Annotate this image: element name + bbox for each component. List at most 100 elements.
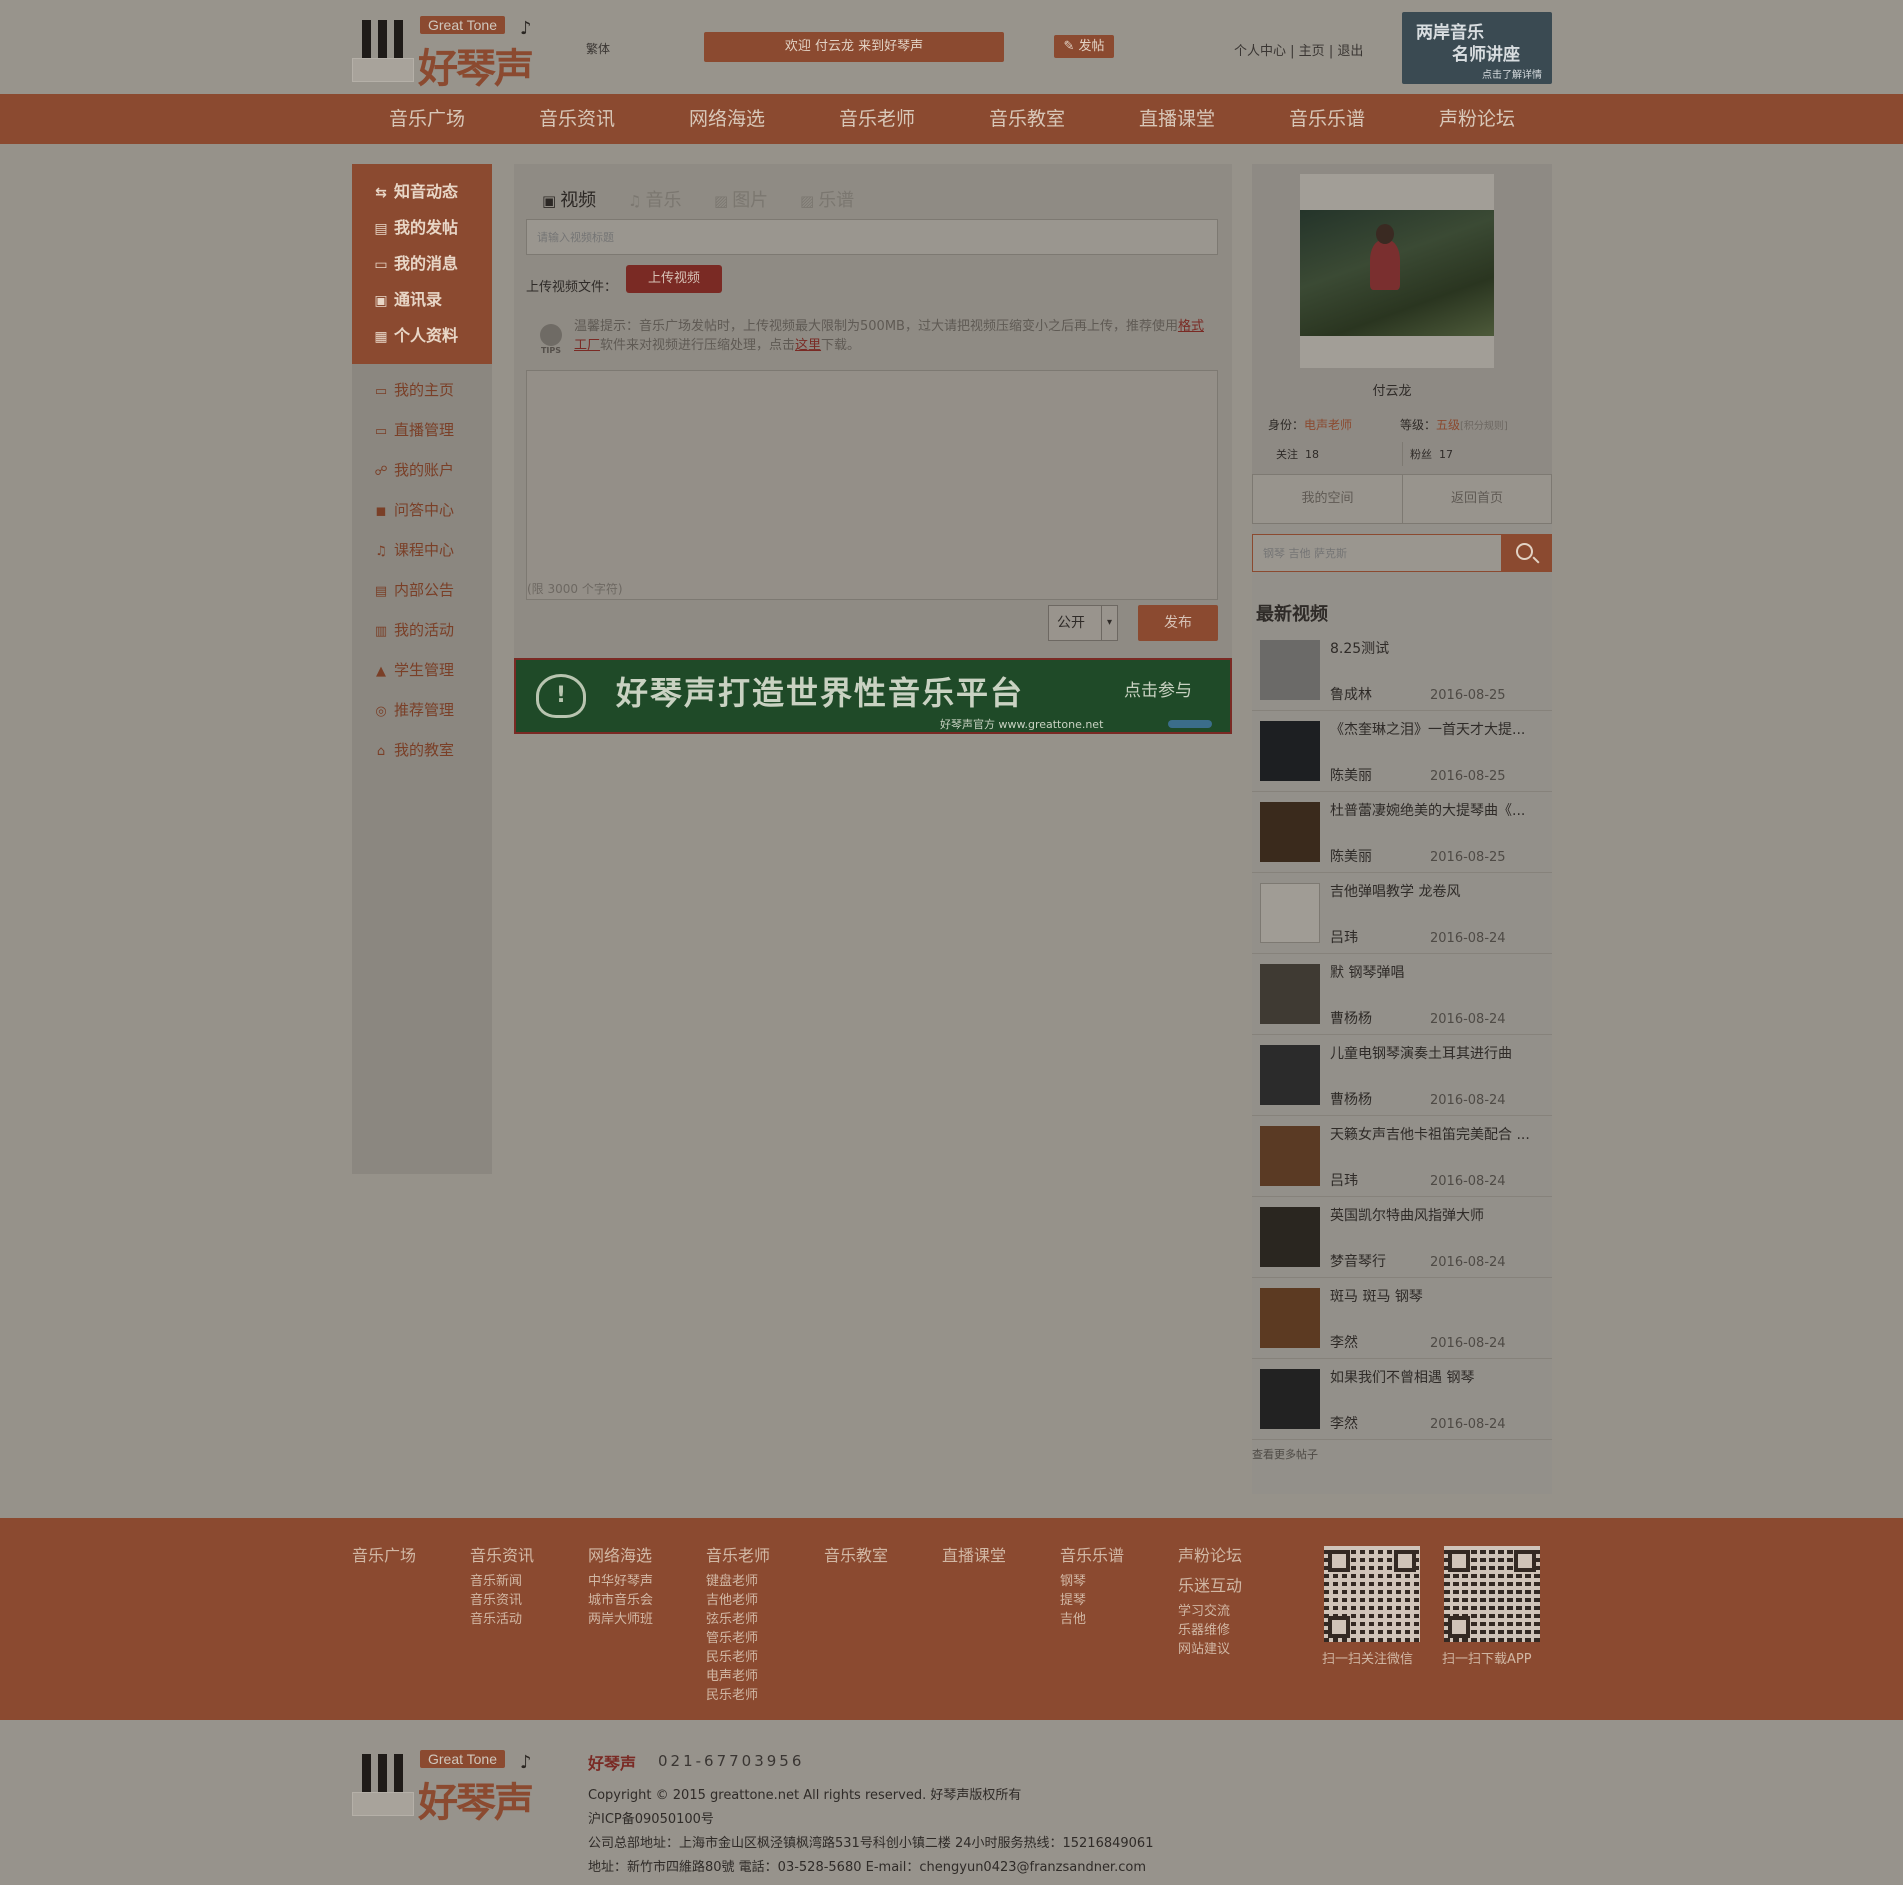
video-author[interactable]: 梦音琴行 — [1330, 1251, 1386, 1271]
footer-link[interactable]: 乐器维修 — [1178, 1619, 1230, 1638]
traditional-chinese-link[interactable]: 繁体 — [586, 40, 610, 57]
video-author[interactable]: 陈美丽 — [1330, 846, 1372, 866]
tab-score[interactable]: ▨ 乐谱 — [800, 186, 854, 212]
tab-music[interactable]: ♫ 音乐 — [628, 186, 681, 212]
footer-link[interactable]: 音乐活动 — [470, 1608, 522, 1627]
footer-link[interactable]: 网站建议 — [1178, 1638, 1230, 1657]
content-textarea[interactable]: (限 3000 个字符) — [526, 370, 1218, 600]
list-item[interactable]: 杜普蕾凄婉绝美的大提琴曲《... 陈美丽 2016-08-25 — [1252, 792, 1552, 873]
video-title[interactable]: 天籁女声吉他卡祖笛完美配合 ... — [1330, 1124, 1530, 1144]
footer-link[interactable]: 中华好琴声 — [588, 1570, 653, 1589]
video-thumbnail[interactable] — [1260, 640, 1320, 700]
list-item[interactable]: 天籁女声吉他卡祖笛完美配合 ... 吕玮 2016-08-24 — [1252, 1116, 1552, 1197]
footer-link[interactable]: 管乐老师 — [706, 1627, 758, 1646]
list-item[interactable]: 《杰奎琳之泪》一首天才大提... 陈美丽 2016-08-25 — [1252, 711, 1552, 792]
sidebar-item-my-classroom[interactable]: ⌂ 我的教室 — [372, 739, 454, 761]
video-author[interactable]: 吕玮 — [1330, 927, 1358, 947]
footer-col-title[interactable]: 音乐资讯 — [470, 1542, 534, 1566]
sidebar-item-profile[interactable]: ▦ 个人资料 — [372, 324, 458, 348]
upload-video-button[interactable]: 上传视频 — [626, 265, 722, 293]
sidebar-item-contacts[interactable]: ▣ 通讯录 — [372, 288, 442, 312]
video-thumbnail[interactable] — [1260, 1126, 1320, 1186]
list-item[interactable]: 吉他弹唱教学 龙卷风 吕玮 2016-08-24 — [1252, 873, 1552, 954]
video-thumbnail[interactable] — [1260, 802, 1320, 862]
list-item[interactable]: 如果我们不曾相遇 钢琴 李然 2016-08-24 — [1252, 1359, 1552, 1440]
video-title[interactable]: 默 钢琴弹唱 — [1330, 962, 1404, 982]
home-link[interactable]: 主页 — [1299, 44, 1325, 59]
post-button[interactable]: ✎ 发帖 — [1054, 35, 1114, 58]
sidebar-item-my-posts[interactable]: ▤ 我的发帖 — [372, 216, 458, 240]
footer-link[interactable]: 键盘老师 — [706, 1570, 758, 1589]
footer-link[interactable]: 民乐老师 — [706, 1684, 758, 1703]
footer-link[interactable]: 弦乐老师 — [706, 1608, 758, 1627]
footer-col-title[interactable]: 直播课堂 — [942, 1542, 1006, 1566]
footer-link[interactable]: 城市音乐会 — [588, 1589, 653, 1608]
footer-link[interactable]: 音乐资讯 — [470, 1589, 522, 1608]
video-title[interactable]: 儿童电钢琴演奏土耳其进行曲 — [1330, 1043, 1512, 1063]
video-thumbnail[interactable] — [1260, 1288, 1320, 1348]
video-author[interactable]: 吕玮 — [1330, 1170, 1358, 1190]
nav-live-class[interactable]: 直播课堂 — [1102, 94, 1252, 144]
video-thumbnail[interactable] — [1260, 1369, 1320, 1429]
list-item[interactable]: 8.25测试 鲁成林 2016-08-25 — [1252, 630, 1552, 711]
footer-link[interactable]: 电声老师 — [706, 1665, 758, 1684]
nav-fan-forum[interactable]: 声粉论坛 — [1402, 94, 1552, 144]
list-item[interactable]: 斑马 斑马 钢琴 李然 2016-08-24 — [1252, 1278, 1552, 1359]
video-title[interactable]: 《杰奎琳之泪》一首天才大提... — [1330, 719, 1525, 739]
sidebar-item-my-messages[interactable]: ▭ 我的消息 — [372, 252, 458, 276]
video-thumbnail[interactable] — [1260, 1045, 1320, 1105]
video-thumbnail[interactable] — [1260, 1207, 1320, 1267]
video-title[interactable]: 斑马 斑马 钢琴 — [1330, 1286, 1423, 1306]
video-title[interactable]: 杜普蕾凄婉绝美的大提琴曲《... — [1330, 800, 1525, 820]
sidebar-item-my-activities[interactable]: ▥ 我的活动 — [372, 619, 454, 641]
video-author[interactable]: 陈美丽 — [1330, 765, 1372, 785]
tab-video[interactable]: ▣ 视频 — [542, 186, 596, 212]
footer-link[interactable]: 两岸大师班 — [588, 1608, 653, 1627]
back-home-button[interactable]: 返回首页 — [1403, 475, 1551, 523]
platform-ad-banner[interactable]: ! 好琴声打造世界性音乐平台 点击参与 好琴声官方 www.greattone.… — [514, 658, 1232, 734]
fans-stat[interactable]: 粉丝 17 — [1410, 446, 1453, 462]
video-title[interactable]: 英国凯尔特曲风指弹大师 — [1330, 1205, 1484, 1225]
footer-logo[interactable]: Great Tone 好琴声 ♪ — [352, 1746, 552, 1826]
footer-col-title[interactable]: 音乐乐谱 — [1060, 1542, 1124, 1566]
video-author[interactable]: 曹杨杨 — [1330, 1008, 1372, 1028]
download-here-link[interactable]: 这里 — [795, 338, 821, 353]
footer-col-title[interactable]: 音乐广场 — [352, 1542, 416, 1566]
more-posts-link[interactable]: 查看更多帖子 — [1252, 1446, 1318, 1462]
sidebar-item-friend-feed[interactable]: ⇆ 知音动态 — [372, 180, 458, 204]
video-thumbnail[interactable] — [1260, 721, 1320, 781]
video-author[interactable]: 鲁成林 — [1330, 684, 1372, 704]
footer-link[interactable]: 提琴 — [1060, 1589, 1086, 1608]
video-author[interactable]: 李然 — [1330, 1332, 1358, 1352]
nav-music-score[interactable]: 音乐乐谱 — [1252, 94, 1402, 144]
tab-image[interactable]: ▨ 图片 — [714, 186, 768, 212]
publish-button[interactable]: 发布 — [1138, 605, 1218, 641]
sidebar-item-course-center[interactable]: ♫ 课程中心 — [372, 539, 454, 561]
footer-link[interactable]: 民乐老师 — [706, 1646, 758, 1665]
sidebar-item-student-management[interactable]: ▲ 学生管理 — [372, 659, 454, 681]
nav-music-square[interactable]: 音乐广场 — [352, 94, 502, 144]
avatar[interactable] — [1300, 210, 1494, 336]
sidebar-item-live-management[interactable]: ▭ 直播管理 — [372, 419, 454, 441]
footer-link[interactable]: 吉他 — [1060, 1608, 1086, 1627]
video-title[interactable]: 如果我们不曾相遇 钢琴 — [1330, 1367, 1474, 1387]
search-input[interactable] — [1252, 534, 1502, 572]
nav-music-teacher[interactable]: 音乐老师 — [802, 94, 952, 144]
my-space-button[interactable]: 我的空间 — [1253, 475, 1403, 523]
nav-music-classroom[interactable]: 音乐教室 — [952, 94, 1102, 144]
video-thumbnail[interactable] — [1260, 964, 1320, 1024]
nav-online-audition[interactable]: 网络海选 — [652, 94, 802, 144]
video-thumbnail[interactable] — [1260, 883, 1320, 943]
video-title[interactable]: 吉他弹唱教学 龙卷风 — [1330, 881, 1460, 901]
nav-music-news[interactable]: 音乐资讯 — [502, 94, 652, 144]
list-item[interactable]: 默 钢琴弹唱 曹杨杨 2016-08-24 — [1252, 954, 1552, 1035]
sidebar-item-my-homepage[interactable]: ▭ 我的主页 — [372, 379, 454, 401]
visibility-select[interactable]: 公开 ▾ — [1048, 605, 1118, 641]
video-title-input[interactable] — [526, 219, 1218, 255]
site-logo[interactable]: Great Tone 好琴声 ♪ — [352, 12, 552, 92]
lecture-banner-ad[interactable]: 两岸音乐 名师讲座 点击了解详情 — [1402, 12, 1552, 84]
sidebar-item-qa-center[interactable]: ◼ 问答中心 — [372, 499, 454, 521]
logout-link[interactable]: 退出 — [1337, 44, 1363, 59]
sidebar-item-my-account[interactable]: ☍ 我的账户 — [372, 459, 454, 481]
footer-link[interactable]: 音乐新闻 — [470, 1570, 522, 1589]
